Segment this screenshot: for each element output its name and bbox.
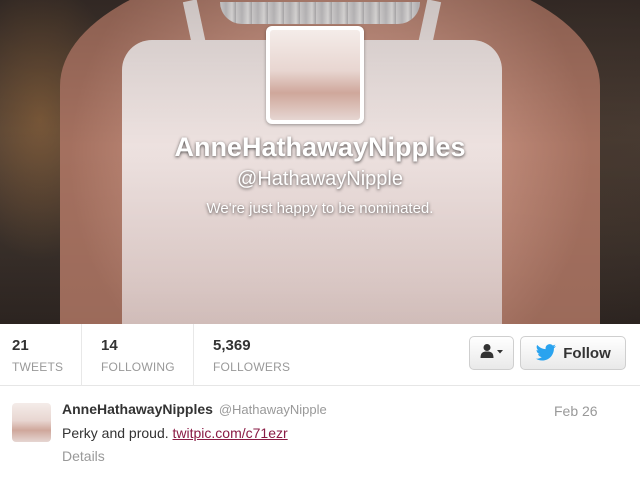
stat-followers-count: 5,369	[213, 337, 251, 354]
profile-display-name: AnneHathawayNipples	[174, 132, 466, 162]
user-actions-dropdown-button[interactable]	[469, 336, 514, 370]
stat-followers-label: FOLLOWERS	[213, 360, 291, 374]
tweet-item[interactable]: AnneHathawayNipples @HathawayNipple Feb …	[0, 387, 640, 480]
tweet-link[interactable]: twitpic.com/c71ezr	[173, 425, 288, 441]
profile-header-cover: AnneHathawayNipples @HathawayNipple We'r…	[0, 0, 640, 324]
stat-tweets[interactable]: 21 TWEETS	[0, 324, 82, 386]
stat-tweets-count: 21	[12, 337, 29, 354]
profile-bio: We're just happy to be nominated.	[206, 200, 434, 217]
stat-followers[interactable]: 5,369 FOLLOWERS	[194, 324, 312, 386]
profile-avatar[interactable]	[266, 26, 364, 124]
stat-following-count: 14	[101, 337, 118, 354]
profile-avatar-image	[270, 30, 360, 120]
tweet-header: AnneHathawayNipples @HathawayNipple	[62, 401, 327, 417]
tweet-text-body: Perky and proud.	[62, 425, 169, 441]
twitter-bird-icon	[535, 344, 557, 362]
tweet-text: Perky and proud. twitpic.com/c71ezr	[62, 425, 288, 441]
follow-button[interactable]: Follow	[520, 336, 626, 370]
person-dropdown-icon	[480, 343, 504, 364]
tweet-details-link[interactable]: Details	[62, 448, 105, 464]
stat-tweets-label: TWEETS	[12, 360, 64, 374]
tweet-author-name[interactable]: AnneHathawayNipples	[62, 401, 213, 417]
stat-following[interactable]: 14 FOLLOWING	[82, 324, 194, 386]
tweet-timestamp[interactable]: Feb 26	[554, 403, 598, 419]
follow-button-label: Follow	[563, 344, 611, 362]
tweet-author-avatar[interactable]	[12, 403, 51, 442]
profile-handle: @HathawayNipple	[237, 168, 403, 190]
stat-following-label: FOLLOWING	[101, 360, 175, 374]
tweet-author-handle[interactable]: @HathawayNipple	[219, 402, 327, 417]
